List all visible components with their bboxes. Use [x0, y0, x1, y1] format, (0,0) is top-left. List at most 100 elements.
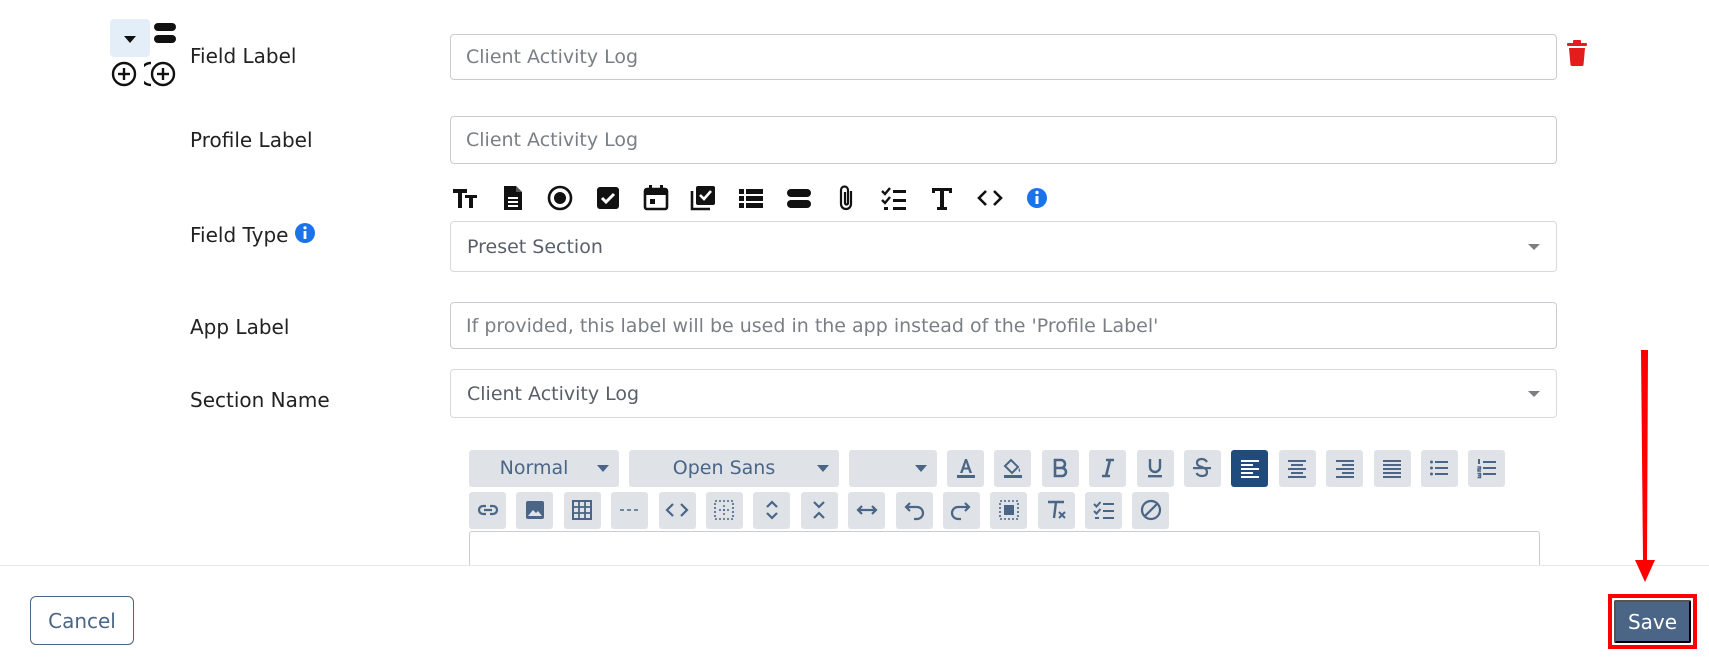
radio-icon[interactable]	[547, 183, 595, 213]
add-nested-field-icon[interactable]	[144, 61, 176, 87]
undo-icon	[904, 502, 925, 521]
multi-checkbox-icon[interactable]	[690, 183, 738, 213]
checklist-icon[interactable]	[881, 183, 929, 213]
field-label-label: Field Label	[190, 44, 297, 68]
code-icon[interactable]	[976, 183, 1025, 213]
font-select[interactable]: Open Sans	[629, 449, 839, 487]
app-label-label: App Label	[190, 315, 290, 339]
select-all-icon	[714, 500, 735, 520]
background-color-button[interactable]	[994, 449, 1032, 487]
caret-down-icon	[817, 465, 829, 472]
arrows-horizontal-icon	[856, 505, 878, 515]
expand-vertical-icon	[766, 500, 778, 520]
checklist-button[interactable]	[1085, 491, 1123, 529]
ban-icon	[1140, 499, 1162, 521]
field-type-label: Field Type	[190, 222, 316, 247]
collapse-toggle-button[interactable]	[110, 19, 150, 57]
footer-bar: Cancel Save	[0, 565, 1709, 664]
underline-button[interactable]	[1136, 449, 1174, 487]
insert-link-button[interactable]	[469, 491, 506, 529]
format-select-value: Normal	[499, 457, 569, 479]
align-justify-button[interactable]	[1373, 449, 1411, 487]
section-name-label: Section Name	[190, 388, 330, 412]
app-label-input[interactable]	[450, 302, 1557, 349]
insert-table-button[interactable]	[563, 491, 601, 529]
save-button[interactable]: Save	[1614, 600, 1691, 643]
field-type-label-text: Field Type	[190, 223, 289, 247]
bullet-list-button[interactable]	[1420, 449, 1458, 487]
section-icon[interactable]	[154, 22, 176, 44]
profile-label-input[interactable]	[450, 116, 1557, 164]
font-color-button[interactable]	[947, 449, 984, 487]
block-format-button[interactable]	[990, 491, 1028, 529]
checkbox-icon[interactable]	[595, 183, 643, 213]
section-name-select-value: Client Activity Log	[467, 382, 640, 405]
clear-format-button[interactable]	[1037, 491, 1075, 529]
chevron-down-icon	[1528, 390, 1540, 397]
paint-bucket-icon	[1003, 458, 1022, 478]
caret-down-icon	[915, 465, 927, 472]
bold-icon	[1053, 458, 1068, 478]
align-center-button[interactable]	[1278, 449, 1316, 487]
text-icon[interactable]	[929, 183, 977, 213]
strikethrough-icon	[1193, 457, 1212, 478]
remove-button[interactable]	[1132, 491, 1170, 529]
insert-image-button[interactable]	[516, 491, 554, 529]
redo-icon	[951, 502, 971, 521]
undo-button[interactable]	[895, 491, 933, 529]
align-justify-icon	[1383, 460, 1402, 478]
editor-toolbar: Normal Open Sans	[469, 449, 1539, 533]
font-color-icon	[956, 459, 975, 478]
list-icon[interactable]	[738, 183, 786, 213]
collapse-vertical-icon	[813, 501, 826, 519]
italic-button[interactable]	[1089, 449, 1127, 487]
font-size-select[interactable]	[849, 449, 937, 487]
add-field-icon[interactable]	[111, 61, 137, 87]
font-select-value: Open Sans	[672, 457, 776, 479]
section-name-select[interactable]: Client Activity Log	[450, 369, 1557, 418]
document-icon[interactable]	[500, 183, 548, 213]
redo-button[interactable]	[942, 491, 980, 529]
align-right-icon	[1335, 460, 1354, 478]
format-select[interactable]: Normal	[469, 449, 619, 487]
calendar-icon[interactable]	[643, 183, 691, 213]
field-type-select[interactable]: Preset Section	[450, 221, 1557, 272]
numbered-list-icon	[1477, 459, 1496, 479]
numbered-list-button[interactable]	[1468, 449, 1506, 487]
caret-down-icon	[597, 465, 609, 472]
expand-button[interactable]	[753, 491, 791, 529]
red-arrow-annotation	[1635, 350, 1655, 582]
select-all-button[interactable]	[705, 491, 743, 529]
table-icon	[572, 500, 593, 520]
profile-label-label: Profile Label	[190, 128, 313, 152]
full-width-button[interactable]	[848, 491, 886, 529]
text-size-icon[interactable]	[452, 183, 500, 213]
caret-down-icon	[124, 35, 136, 43]
clear-format-icon	[1048, 500, 1066, 519]
underline-icon	[1148, 459, 1163, 478]
info-icon[interactable]	[294, 222, 316, 244]
field-type-select-value: Preset Section	[467, 235, 603, 258]
checklist-icon	[1092, 501, 1114, 519]
section-icon[interactable]	[786, 183, 834, 213]
field-type-icon-bar	[452, 183, 1072, 213]
collapse-button[interactable]	[800, 491, 838, 529]
align-left-button[interactable]	[1231, 449, 1269, 487]
trash-icon[interactable]	[1567, 40, 1587, 66]
editor-toolbar-row-1: Normal Open Sans	[469, 449, 1539, 487]
code-view-button[interactable]	[658, 491, 696, 529]
horizontal-rule-icon	[619, 509, 638, 511]
chevron-down-icon	[1528, 243, 1540, 250]
code-icon	[665, 503, 689, 517]
strikethrough-button[interactable]	[1183, 449, 1221, 487]
italic-icon	[1101, 458, 1114, 478]
field-label-input[interactable]	[450, 34, 1557, 80]
horizontal-rule-button[interactable]	[611, 491, 649, 529]
attachment-icon[interactable]	[834, 183, 882, 213]
bold-button[interactable]	[1041, 449, 1079, 487]
align-center-icon	[1288, 460, 1307, 478]
cancel-button[interactable]: Cancel	[30, 596, 134, 645]
bullet-list-icon	[1430, 460, 1449, 476]
align-right-button[interactable]	[1326, 449, 1364, 487]
info-icon[interactable]	[1024, 183, 1072, 213]
